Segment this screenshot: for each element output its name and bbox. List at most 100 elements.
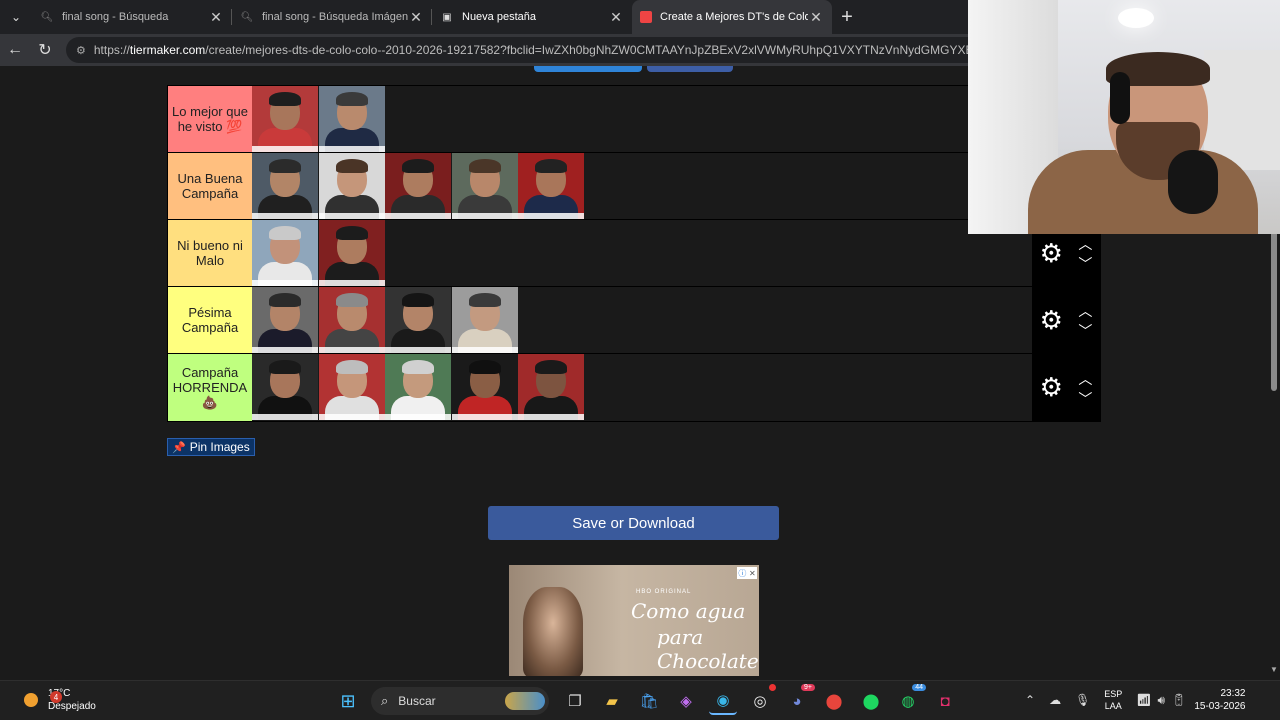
tiermaker-icon [640, 11, 652, 23]
ad-title-line1: Como agua [631, 599, 746, 623]
microsoft-store-icon[interactable]: 🛍︎ [635, 687, 663, 715]
coach-photo[interactable] [518, 153, 584, 219]
browser-tab[interactable]: 🔍︎ final song - Búsqueda ✕ [32, 0, 232, 34]
browser-tab-active[interactable]: Create a Mejores DT's de Colo-Colo ✕ [632, 0, 832, 34]
coach-photo[interactable] [385, 354, 451, 420]
coach-photo[interactable] [252, 86, 318, 152]
coach-photo[interactable] [252, 354, 318, 420]
close-tab-icon[interactable]: ✕ [608, 9, 624, 26]
save-or-download-button[interactable]: Save or Download [488, 506, 779, 540]
advertisement[interactable]: HBO ORIGINAL Como agua para Chocolate ⓘ ✕ [509, 565, 759, 676]
discord-icon[interactable]: ◕ 9+ [783, 684, 815, 715]
chevron-down-icon[interactable]: ﹀ [1078, 389, 1092, 409]
close-tab-icon[interactable]: ✕ [208, 9, 224, 26]
coach-photo[interactable] [451, 287, 518, 353]
whatsapp-icon[interactable]: ◍ 44 [894, 684, 926, 715]
coach-photo[interactable] [385, 287, 451, 353]
tier-items[interactable] [252, 86, 1032, 152]
tier-label[interactable]: Ni bueno ni Malo [168, 220, 252, 286]
tier-label[interactable]: Pésima Campaña [168, 287, 252, 353]
taskbar-clock[interactable]: 23:32 15-03-2026 [1194, 687, 1245, 713]
coach-photo[interactable] [385, 153, 451, 219]
obs-icon[interactable]: ◎ [746, 684, 776, 715]
coach-photo[interactable] [318, 153, 385, 219]
close-tab-icon[interactable]: ✕ [808, 9, 824, 26]
scroll-down-arrow-icon[interactable]: ▼ [1270, 665, 1278, 674]
coach-photo[interactable] [451, 354, 518, 420]
coach-photo-caption [518, 414, 584, 420]
windows-start-icon[interactable]: ⊞ [334, 687, 362, 715]
taskbar-search-box[interactable]: ⌕ Buscar [371, 687, 549, 715]
task-view-icon[interactable]: ❐ [561, 687, 589, 715]
url-rest: /create/mejores-dts-de-colo-colo--2010-2… [205, 43, 1014, 57]
ad-photo [523, 587, 583, 676]
gear-icon[interactable]: ⚙ [1040, 238, 1063, 269]
webcam-overlay [968, 0, 1280, 234]
ad-brand: HBO ORIGINAL [636, 589, 692, 595]
tier-items[interactable] [252, 287, 1032, 353]
browser-tab[interactable]: ▣ Nueva pestaña ✕ [432, 0, 632, 34]
top-button-left[interactable] [534, 66, 642, 72]
chevron-up-icon[interactable]: ⌃ [1025, 693, 1035, 707]
weather-moon-icon [24, 693, 38, 707]
coach-photo[interactable] [318, 354, 385, 420]
search-icon: 🔍︎ [240, 11, 254, 23]
chrome-icon[interactable]: ⬤ [820, 687, 848, 715]
edge-icon[interactable]: ◉ [709, 687, 737, 715]
back-arrow-icon[interactable]: ← [0, 35, 30, 65]
tier-row: Pésima Campaña ⚙ ︿ ﹀ [168, 287, 1100, 354]
coach-photo[interactable] [252, 220, 318, 286]
coach-photo-hair [335, 226, 368, 240]
scrollbar-thumb[interactable] [1271, 231, 1277, 391]
tier-row: Ni bueno ni Malo ⚙ ︿ ﹀ [168, 220, 1100, 287]
volume-icon[interactable]: 🔊︎ [1158, 693, 1166, 708]
wifi-icon[interactable]: 📶︎ [1136, 693, 1151, 707]
battery-icon[interactable]: 🔋︎ [1171, 693, 1186, 707]
gear-icon[interactable]: ⚙ [1040, 372, 1063, 403]
taskbar-search-placeholder: Buscar [398, 694, 436, 708]
ad-title-line2: para Chocolate [657, 625, 759, 673]
weather-widget[interactable]: 4 17°C Despejado [24, 687, 96, 713]
tier-label[interactable]: Campaña HORRENDA 💩 [168, 354, 252, 421]
site-info-icon[interactable]: ⚙ [76, 44, 86, 57]
language-indicator[interactable]: ESP LAA [1104, 688, 1122, 712]
copilot-icon[interactable]: ◈ [672, 687, 700, 715]
language-code: ESP [1104, 689, 1123, 699]
spotify-icon[interactable]: ⬤ [857, 687, 885, 715]
coach-photo[interactable] [318, 220, 385, 286]
reload-icon[interactable]: ↻ [30, 35, 60, 65]
chevron-up-icon[interactable]: ︿ [1078, 369, 1092, 389]
chevron-up-icon[interactable]: ︿ [1078, 301, 1092, 321]
coach-photo[interactable] [318, 86, 385, 152]
microphone-tray-icon[interactable]: 🎙︎ [1075, 693, 1090, 707]
new-tab-button[interactable]: + [832, 0, 862, 34]
url-domain: tiermaker.com [129, 43, 206, 57]
coach-photo-caption [252, 347, 318, 353]
instagram-icon[interactable]: ◘ [931, 687, 959, 715]
chevron-down-icon[interactable]: ﹀ [1078, 254, 1092, 274]
tier-move-arrows: ︿ ﹀ [1078, 301, 1092, 339]
tier-items[interactable] [252, 354, 1032, 421]
onedrive-cloud-icon[interactable]: ☁ [1049, 693, 1061, 707]
tier-items[interactable] [252, 220, 1032, 286]
coach-photo[interactable] [318, 287, 385, 353]
file-explorer-icon[interactable]: ▰ [598, 687, 626, 715]
gear-icon[interactable]: ⚙ [1040, 305, 1063, 336]
coach-photo[interactable] [252, 153, 318, 219]
chevron-up-icon[interactable]: ︿ [1078, 234, 1092, 254]
chevron-down-icon[interactable]: ﹀ [1078, 321, 1092, 341]
pin-images-toggle[interactable]: 📌 Pin Images [167, 438, 255, 456]
coach-photo[interactable] [518, 354, 584, 420]
coach-photo[interactable] [252, 287, 318, 353]
tier-row: Una Buena Campaña [168, 153, 1100, 220]
top-button-right[interactable] [647, 66, 733, 72]
ad-info-icon[interactable]: ⓘ ✕ [737, 567, 757, 579]
tier-items[interactable] [252, 153, 1032, 219]
tier-label[interactable]: Una Buena Campaña [168, 153, 252, 219]
close-tab-icon[interactable]: ✕ [408, 9, 424, 26]
windows-taskbar: 4 17°C Despejado ⊞ ⌕ Buscar ❐ ▰ 🛍︎ ◈ ◉ ◎… [0, 680, 1280, 720]
tab-search-menu-button[interactable]: ⌄ [0, 0, 32, 34]
browser-tab[interactable]: 🔍︎ final song - Búsqueda Imágenes ✕ [232, 0, 432, 34]
coach-photo[interactable] [451, 153, 518, 219]
tier-label[interactable]: Lo mejor que he visto 💯 [168, 86, 252, 152]
